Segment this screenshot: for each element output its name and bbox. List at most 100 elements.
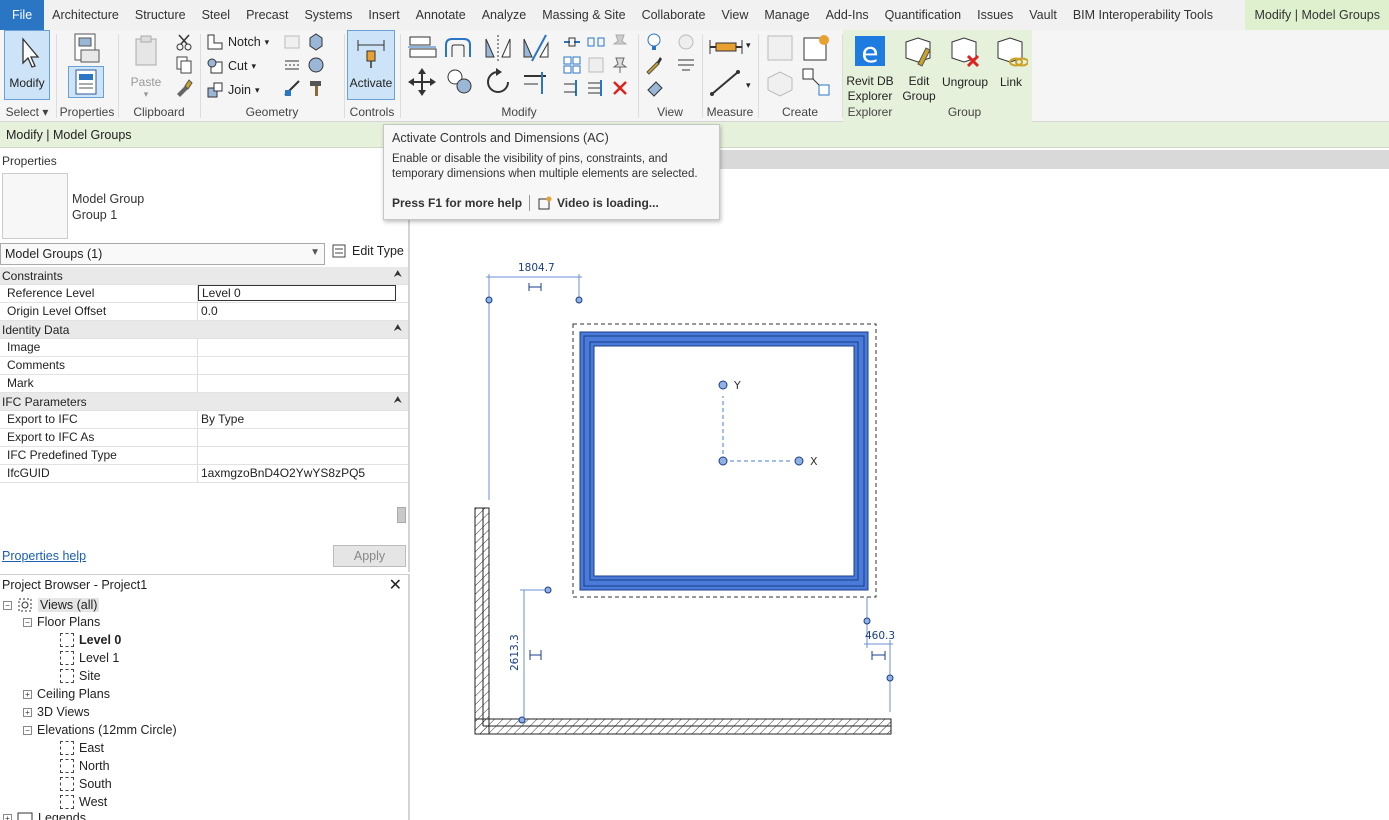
tab-file[interactable]: File bbox=[0, 0, 45, 30]
tab-analyze[interactable]: Analyze bbox=[474, 0, 534, 30]
properties-button[interactable] bbox=[68, 66, 104, 98]
copy-icon[interactable] bbox=[174, 55, 194, 75]
apply-button[interactable]: Apply bbox=[333, 545, 406, 567]
paste-button[interactable]: Paste ▾ bbox=[126, 30, 166, 100]
trim-extend-icon[interactable] bbox=[520, 66, 552, 98]
tree-west[interactable]: West bbox=[60, 795, 107, 809]
tree-site[interactable]: Site bbox=[60, 669, 101, 683]
align-icon[interactable] bbox=[406, 33, 438, 63]
properties-help-link[interactable]: Properties help bbox=[2, 549, 86, 563]
properties-scrollbar[interactable] bbox=[397, 507, 406, 523]
split-face-icon[interactable] bbox=[282, 55, 302, 75]
dimension-top-value[interactable]: 1804.7 bbox=[518, 262, 555, 274]
dimension-left-value[interactable]: 2613.3 bbox=[509, 634, 521, 671]
tab-annotate[interactable]: Annotate bbox=[408, 0, 474, 30]
tab-steel[interactable]: Steel bbox=[194, 0, 239, 30]
scale-icon[interactable] bbox=[586, 55, 606, 75]
create-parts-icon[interactable] bbox=[800, 32, 832, 64]
mirror-pick-axis-icon[interactable] bbox=[482, 33, 514, 63]
export-to-ifc-field[interactable]: By Type bbox=[198, 411, 396, 428]
tab-quantification[interactable]: Quantification bbox=[877, 0, 969, 30]
match-properties-icon[interactable] bbox=[174, 78, 194, 98]
tree-south[interactable]: South bbox=[60, 777, 112, 791]
trim-extend-multiple-icon[interactable] bbox=[586, 78, 606, 98]
cut-scissors-icon[interactable] bbox=[174, 32, 194, 52]
tab-precast[interactable]: Precast bbox=[238, 0, 296, 30]
measure-between-references-icon[interactable] bbox=[708, 36, 744, 58]
hammer-icon[interactable] bbox=[306, 78, 326, 98]
cut-geometry-button[interactable]: Cut ▾ bbox=[206, 57, 256, 75]
revit-db-explorer-button[interactable]: e Revit DB Explorer bbox=[843, 30, 897, 104]
tab-structure[interactable]: Structure bbox=[127, 0, 194, 30]
tree-level-1[interactable]: Level 1 bbox=[60, 651, 119, 665]
join-button[interactable]: Join ▾ bbox=[206, 81, 259, 99]
ifc-predefined-type-field[interactable] bbox=[198, 447, 396, 464]
tree-north[interactable]: North bbox=[60, 759, 110, 773]
unpin-icon[interactable] bbox=[610, 32, 630, 52]
close-icon[interactable]: ✕ bbox=[389, 575, 402, 595]
mirror-draw-axis-icon[interactable] bbox=[520, 33, 552, 63]
modify-button[interactable]: Modify bbox=[4, 30, 50, 100]
category-ifc-parameters[interactable]: IFC Parameters ⮝ bbox=[0, 393, 408, 411]
tab-collaborate[interactable]: Collaborate bbox=[634, 0, 714, 30]
tree-views-all[interactable]: − Views (all) bbox=[3, 597, 100, 613]
reference-level-field[interactable]: Level 0 bbox=[198, 285, 396, 301]
tab-view[interactable]: View bbox=[714, 0, 757, 30]
tab-systems[interactable]: Systems bbox=[296, 0, 360, 30]
delete-icon[interactable] bbox=[610, 78, 630, 98]
override-graphics-icon[interactable] bbox=[644, 55, 664, 75]
tab-issues[interactable]: Issues bbox=[969, 0, 1021, 30]
trim-extend-single-icon[interactable] bbox=[562, 78, 582, 98]
wall-joins-icon[interactable] bbox=[282, 32, 302, 52]
temporary-dimension-right[interactable] bbox=[863, 597, 894, 712]
category-constraints[interactable]: Constraints ⮝ bbox=[0, 267, 408, 285]
mark-field[interactable] bbox=[198, 375, 396, 392]
tree-level-0[interactable]: Level 0 bbox=[60, 633, 121, 647]
split-gap-icon[interactable] bbox=[586, 32, 606, 52]
split-element-icon[interactable] bbox=[562, 32, 582, 52]
lightbulb-icon[interactable] bbox=[644, 32, 664, 52]
notch-button[interactable]: Notch ▾ bbox=[206, 33, 269, 51]
cope-icon[interactable] bbox=[306, 32, 326, 52]
rotate-icon[interactable] bbox=[482, 66, 514, 98]
temporary-hide-icon[interactable] bbox=[676, 32, 696, 52]
paint-icon[interactable] bbox=[306, 55, 326, 75]
ungroup-button[interactable]: Ungroup bbox=[941, 30, 989, 89]
tree-floor-plans[interactable]: − Floor Plans bbox=[23, 615, 100, 629]
array-icon[interactable] bbox=[562, 55, 582, 75]
type-properties-icon[interactable] bbox=[71, 32, 103, 64]
tab-modify-model-groups[interactable]: Modify | Model Groups bbox=[1245, 0, 1389, 30]
eraser-icon[interactable] bbox=[644, 78, 664, 98]
select-dropdown[interactable]: Select ▾ bbox=[0, 105, 54, 119]
pin-icon[interactable] bbox=[610, 55, 630, 75]
tab-massing-site[interactable]: Massing & Site bbox=[534, 0, 633, 30]
temporary-dimension-top[interactable] bbox=[485, 274, 583, 500]
edit-group-button[interactable]: Edit Group bbox=[899, 30, 939, 104]
link-button[interactable]: Link bbox=[991, 30, 1031, 89]
dimension-right-value[interactable]: 460.3 bbox=[865, 630, 895, 642]
move-icon[interactable] bbox=[406, 66, 438, 98]
drawing-canvas[interactable]: Y X 1804.7 2613.3 460.3 bbox=[412, 169, 1389, 820]
aligned-dimension-icon[interactable] bbox=[708, 68, 744, 98]
temporary-dimension-left[interactable] bbox=[518, 586, 552, 724]
instance-filter-dropdown[interactable]: Model Groups (1) ▼ bbox=[0, 243, 325, 265]
tab-add-ins[interactable]: Add-Ins bbox=[818, 0, 877, 30]
offset-icon[interactable] bbox=[442, 33, 474, 63]
tree-ceiling-plans[interactable]: + Ceiling Plans bbox=[23, 687, 110, 701]
origin-level-offset-field[interactable]: 0.0 bbox=[198, 303, 396, 320]
export-to-ifc-as-field[interactable] bbox=[198, 429, 396, 446]
copy-element-icon[interactable] bbox=[444, 66, 476, 98]
demolish-icon[interactable] bbox=[282, 78, 302, 98]
create-assembly-icon[interactable] bbox=[764, 32, 796, 64]
create-group-icon[interactable] bbox=[764, 68, 796, 98]
tab-vault[interactable]: Vault bbox=[1021, 0, 1065, 30]
tab-architecture[interactable]: Architecture bbox=[44, 0, 127, 30]
tree-east[interactable]: East bbox=[60, 741, 104, 755]
tab-manage[interactable]: Manage bbox=[756, 0, 817, 30]
linework-icon[interactable] bbox=[676, 55, 696, 75]
tab-insert[interactable]: Insert bbox=[360, 0, 407, 30]
tab-bim-interoperability[interactable]: BIM Interoperability Tools bbox=[1065, 0, 1221, 30]
create-similar-icon[interactable] bbox=[800, 66, 832, 98]
tree-legends[interactable]: + Legends bbox=[3, 811, 86, 820]
tree-elevations[interactable]: − Elevations (12mm Circle) bbox=[23, 723, 177, 737]
